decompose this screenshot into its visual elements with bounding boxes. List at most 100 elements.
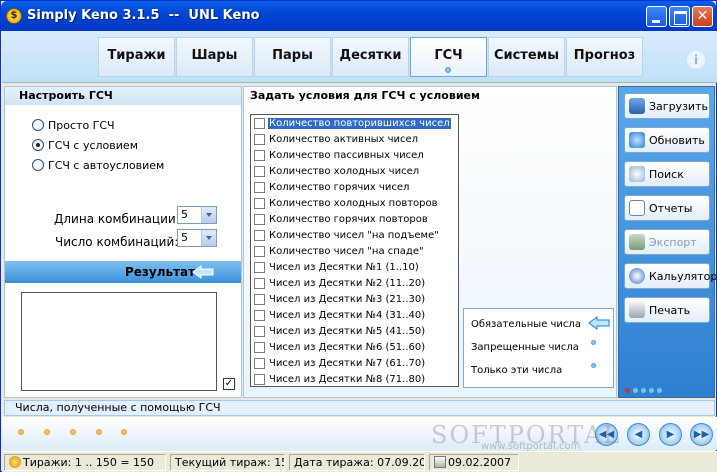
export-button[interactable]: Экспорт — [624, 229, 710, 255]
tab-balls[interactable]: Шары — [176, 37, 253, 77]
number-slot-icon — [18, 429, 24, 435]
radio-simple-rng[interactable]: Просто ГСЧ — [32, 117, 115, 133]
rng-settings-header: Настроить ГСЧ — [5, 87, 241, 105]
condition-item[interactable]: Чисел из Десятки №4 (31..40) — [251, 307, 458, 323]
top-toolbar: Тиражи Шары Пары Десятки ГСЧ Системы Про… — [2, 31, 717, 83]
condition-item[interactable]: Количество холодных повторов — [251, 195, 458, 211]
only-these-numbers-option[interactable]: Только эти числа — [471, 365, 562, 376]
condition-item[interactable]: Чисел из Десятки №1 (1..10) — [251, 259, 458, 275]
condition-label: Количество чисел "на спаде" — [269, 245, 424, 257]
checkbox-icon[interactable] — [254, 357, 265, 369]
tab-draws[interactable]: Тиражи — [98, 37, 175, 77]
reports-button[interactable]: Отчеты — [624, 195, 710, 221]
radio-label: ГСЧ с автоусловием — [48, 158, 165, 172]
condition-item[interactable]: Чисел из Десятки №7 (61..70) — [251, 355, 458, 371]
app-dollar-icon[interactable]: $ — [6, 8, 22, 24]
tab-rng[interactable]: ГСЧ — [410, 37, 487, 77]
checkbox-icon[interactable] — [254, 117, 265, 129]
condition-item[interactable]: Чисел из Десятки №8 (71..80) — [251, 371, 458, 386]
condition-item[interactable]: Количество горячих повторов — [251, 211, 458, 227]
checkbox-icon[interactable] — [254, 277, 265, 289]
checkbox-icon[interactable] — [254, 373, 265, 385]
conditions-list[interactable]: Количество повторившихся чисел Количеств… — [250, 114, 459, 387]
checkbox-icon[interactable] — [254, 245, 265, 257]
checkbox-icon[interactable] — [254, 293, 265, 305]
radio-label: ГСЧ с условием — [48, 138, 138, 152]
condition-item[interactable]: Количество активных чисел — [251, 131, 458, 147]
condition-label: Чисел из Десятки №3 (21..30) — [269, 293, 426, 305]
title-bar[interactable]: $ Simply Keno 3.1.5 -- UNL Keno ✕ — [1, 1, 716, 31]
radio-rng-auto-condition[interactable]: ГСЧ с автоусловием — [32, 157, 164, 173]
search-button[interactable]: Поиск — [624, 161, 710, 187]
chevron-down-icon[interactable] — [201, 207, 216, 223]
prev-icon[interactable]: ◀ — [627, 423, 650, 446]
checkbox-icon[interactable] — [254, 309, 265, 321]
checkbox-icon[interactable] — [254, 341, 265, 353]
forward-icon[interactable]: ▶▶ — [690, 423, 713, 446]
status-current-draw: Текущий тираж: 150 — [170, 454, 285, 471]
button-label: Загрузить — [649, 99, 708, 113]
result-output-box[interactable] — [21, 292, 217, 391]
checkbox-icon[interactable] — [254, 213, 265, 225]
condition-item[interactable]: Количество повторившихся чисел — [251, 115, 458, 131]
checkbox-icon[interactable] — [254, 197, 265, 209]
load-button[interactable]: Загрузить — [624, 93, 710, 119]
tab-forecast[interactable]: Прогноз — [566, 37, 643, 77]
radio-icon[interactable] — [32, 119, 44, 131]
condition-item[interactable]: Чисел из Десятки №5 (41..50) — [251, 323, 458, 339]
checkbox-icon[interactable] — [254, 229, 265, 241]
number-slot-icon — [121, 429, 127, 435]
info-icon[interactable]: i — [687, 51, 705, 69]
tab-pairs[interactable]: Пары — [254, 37, 331, 77]
condition-item[interactable]: Количество чисел "на спаде" — [251, 243, 458, 259]
next-icon[interactable]: ▶ — [659, 423, 682, 446]
minimize-button[interactable] — [646, 6, 667, 27]
window-title: Simply Keno 3.1.5 -- UNL Keno — [27, 8, 260, 23]
checkbox-icon[interactable] — [254, 149, 265, 161]
length-select[interactable]: 5 — [177, 206, 217, 224]
tab-label: Десятки — [339, 48, 402, 63]
search-icon — [629, 166, 645, 182]
checkbox-icon[interactable] — [254, 165, 265, 177]
checkbox-icon[interactable] — [254, 325, 265, 337]
checkbox-icon[interactable] — [254, 261, 265, 273]
calculator-button[interactable]: Кальулятор — [624, 263, 717, 289]
condition-item[interactable]: Чисел из Десятки №3 (21..30) — [251, 291, 458, 307]
status-today: 09.02.2007 — [429, 454, 519, 471]
condition-label: Количество горячих повторов — [269, 213, 428, 225]
condition-label: Чисел из Десятки №6 (51..60) — [269, 341, 426, 353]
status-draw-date: Дата тиража: 07.09.2001 — [289, 454, 425, 471]
condition-item[interactable]: Чисел из Десятки №6 (51..60) — [251, 339, 458, 355]
result-checkbox[interactable]: ✓ — [223, 378, 235, 390]
checkbox-icon[interactable] — [254, 133, 265, 145]
count-select[interactable]: 5 — [177, 229, 217, 247]
condition-item[interactable]: Количество горячих чисел — [251, 179, 458, 195]
print-button[interactable]: Печать — [624, 297, 710, 323]
required-numbers-option[interactable]: Обязательные числа — [471, 319, 581, 330]
condition-label: Чисел из Десятки №7 (61..70) — [269, 357, 426, 369]
button-label: Поиск — [649, 167, 684, 181]
radio-rng-with-condition[interactable]: ГСЧ с условием — [32, 137, 138, 153]
dot-icon — [625, 388, 630, 393]
result-bar: Результат — [5, 261, 241, 283]
condition-label: Количество холодных чисел — [269, 165, 420, 177]
tab-systems[interactable]: Системы — [488, 37, 565, 77]
tab-tens[interactable]: Десятки — [332, 37, 409, 77]
chevron-down-icon[interactable] — [201, 230, 216, 246]
dot-icon — [649, 388, 654, 393]
condition-item[interactable]: Чисел из Десятки №2 (11..20) — [251, 275, 458, 291]
condition-item[interactable]: Количество холодных чисел — [251, 163, 458, 179]
refresh-button[interactable]: Обновить — [624, 127, 710, 153]
radio-icon[interactable] — [32, 159, 44, 171]
printer-icon — [629, 302, 645, 318]
condition-item[interactable]: Количество пассивных чисел — [251, 147, 458, 163]
close-button[interactable]: ✕ — [692, 6, 713, 27]
radio-checked-icon[interactable] — [32, 139, 44, 151]
maximize-button[interactable] — [669, 6, 690, 27]
excel-icon — [629, 234, 645, 250]
condition-label: Количество чисел "на подъеме" — [269, 229, 439, 241]
number-slot-icon — [96, 429, 102, 435]
condition-item[interactable]: Количество чисел "на подъеме" — [251, 227, 458, 243]
checkbox-icon[interactable] — [254, 181, 265, 193]
forbidden-numbers-option[interactable]: Запрещенные числа — [471, 342, 579, 353]
